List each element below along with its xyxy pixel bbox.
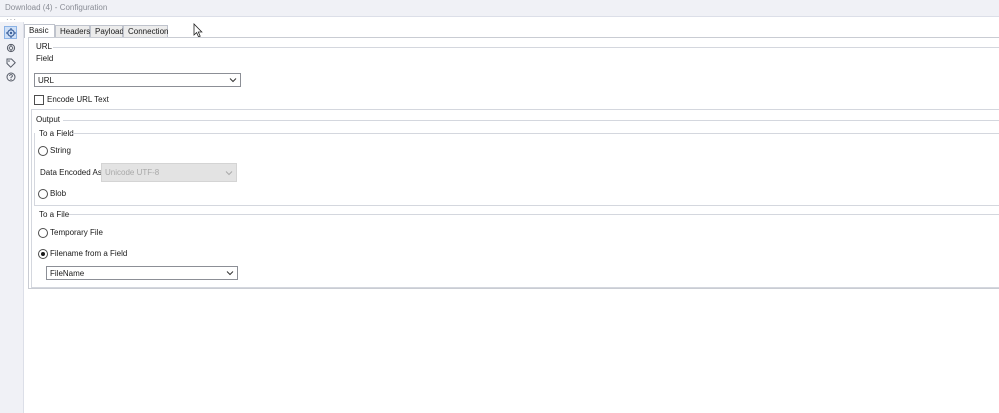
encode-url-checkbox[interactable] xyxy=(34,95,44,105)
encoded-as-label: Data Encoded As xyxy=(40,168,102,177)
string-radio[interactable] xyxy=(38,146,48,156)
filename-field-value: FileName xyxy=(50,269,85,278)
chevron-down-icon xyxy=(225,171,233,176)
url-divider xyxy=(53,47,999,48)
gear-icon[interactable] xyxy=(4,26,17,39)
to-field-left-border xyxy=(34,133,35,206)
filename-from-field-label: Filename from a Field xyxy=(50,249,128,258)
to-field-divider xyxy=(72,133,999,134)
to-file-divider xyxy=(69,214,999,215)
output-bottom-border xyxy=(31,287,999,288)
filename-from-field-radio[interactable] xyxy=(38,249,48,259)
encoding-dropdown: Unicode UTF-8 xyxy=(101,163,237,182)
tag-icon[interactable] xyxy=(4,56,17,69)
chevron-down-icon xyxy=(226,271,234,276)
output-top-border xyxy=(31,109,999,110)
temporary-file-radio[interactable] xyxy=(38,228,48,238)
to-field-bottom-border xyxy=(34,205,999,206)
tab-headers[interactable]: Headers xyxy=(55,25,90,37)
basic-panel: URL Field URL Encode URL Text Output To … xyxy=(28,37,999,289)
tab-basic[interactable]: Basic xyxy=(24,24,55,38)
tab-payload[interactable]: Payload xyxy=(90,25,124,37)
encoding-value: Unicode UTF-8 xyxy=(105,168,160,177)
url-field-dropdown[interactable]: URL xyxy=(34,73,241,87)
chevron-down-icon xyxy=(229,78,237,83)
blob-radio[interactable] xyxy=(38,189,48,199)
title-bar: Download (4) - Configuration xyxy=(0,0,999,17)
to-file-heading: To a File xyxy=(39,210,70,219)
url-section-heading: URL xyxy=(36,42,53,51)
output-left-border xyxy=(31,109,32,288)
encode-url-label: Encode URL Text xyxy=(47,95,109,104)
refresh-icon[interactable] xyxy=(4,41,17,54)
temporary-file-label: Temporary File xyxy=(50,228,103,237)
to-field-heading: To a Field xyxy=(39,129,74,138)
mouse-cursor-icon xyxy=(193,23,203,38)
output-divider xyxy=(63,120,999,121)
url-field-value: URL xyxy=(38,76,55,85)
tab-connection[interactable]: Connection xyxy=(123,25,168,37)
output-heading: Output xyxy=(36,115,61,124)
help-icon[interactable] xyxy=(4,70,17,83)
field-label: Field xyxy=(36,54,54,63)
left-icon-bar xyxy=(0,22,24,413)
blob-label: Blob xyxy=(50,189,67,198)
window-title: Download (4) - Configuration xyxy=(5,3,108,12)
string-label: String xyxy=(50,146,71,155)
filename-field-dropdown[interactable]: FileName xyxy=(46,266,238,280)
